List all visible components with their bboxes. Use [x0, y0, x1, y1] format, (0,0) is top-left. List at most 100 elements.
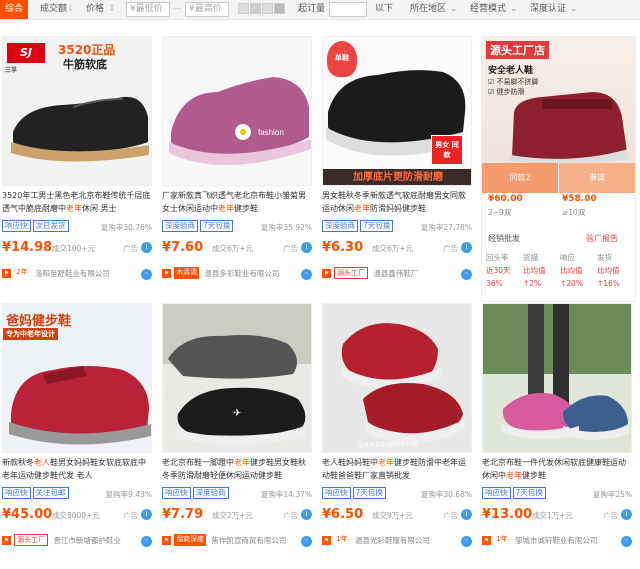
repurchase-rate: 复购率30.76%	[100, 223, 152, 232]
product-price: ¥14.98	[2, 240, 53, 255]
business-mode-dropdown[interactable]: 经营模式	[470, 0, 506, 19]
seller-name[interactable]: 温县鑫伟鞋厂	[373, 268, 418, 279]
filter-grid-icon[interactable]	[238, 3, 249, 14]
product-price: ¥13.00	[482, 507, 533, 522]
product-image[interactable]: SJ 三孚 3520正品 牛筋软底	[2, 36, 152, 186]
seller-name[interactable]: 晋江市新塘都护鞋业	[53, 535, 121, 546]
seller-years-badge: 2年	[16, 268, 28, 276]
chat-icon[interactable]: ◦	[141, 536, 152, 547]
seller-row[interactable]: ⚑ 溜商深度 焦作凯宣商贸有限公司 ◦	[162, 534, 312, 550]
chat-icon[interactable]: ◦	[301, 269, 312, 280]
factory-report-link[interactable]: 验厂报告	[586, 233, 618, 244]
seller-row[interactable]: ⚑ 源头工厂 晋江市新塘都护鞋业 ◦	[2, 534, 152, 550]
seller-badge: 木清清	[174, 267, 200, 279]
store-stats: 回头率 货描 响应 发货 近30天 比均值 比均值 比均值 36% ↑2% ↑20% ↑16%	[486, 253, 620, 288]
chevron-down-icon: ⌄	[510, 4, 518, 14]
ad-info-icon[interactable]: i	[301, 242, 312, 253]
sort-volume-button[interactable]: 成交额	[40, 0, 67, 19]
service-tag: 响应快	[322, 487, 351, 499]
seller-stamp-icon: ⚑	[322, 268, 331, 278]
seller-name[interactable]: 邹城市诚轩鞋业有限公司	[515, 535, 598, 546]
chat-icon[interactable]: ◦	[141, 269, 152, 280]
seller-name[interactable]: 洛阳至舒鞋业有限公司	[35, 268, 110, 279]
min-order-input[interactable]	[329, 2, 367, 17]
sort-volume-arrow-icon: ↓	[67, 4, 75, 14]
service-tag: 次日发货	[32, 220, 69, 232]
product-card[interactable]: fashion 厂家新款真飞织透气老北京布鞋小雏菊男女士休闲运动中老年健步鞋 深…	[162, 36, 312, 302]
seller-row[interactable]: ⚑ 源头工厂 温县鑫伟鞋厂 ◦	[322, 267, 472, 283]
sort-price-button[interactable]: 价格	[86, 0, 104, 19]
chat-icon[interactable]: ◦	[301, 536, 312, 547]
seller-stamp-icon: ⚑	[162, 268, 171, 278]
seller-years-badge: 1年	[336, 535, 348, 543]
service-tag: 深度验商	[192, 487, 229, 499]
ad-info-icon[interactable]: i	[461, 242, 472, 253]
region-dropdown[interactable]: 所在地区	[410, 0, 446, 19]
product-image[interactable]: 爸妈健步鞋 专为中老年设计	[2, 303, 152, 453]
image-watermark: 温县光彩鞋服有限公司	[357, 442, 418, 449]
service-tag: 深度验商	[322, 220, 358, 232]
service-tag: 响应快	[162, 487, 191, 499]
seller-row[interactable]: ⚑ 1年 温县光彩鞋服有限公司 ◦	[322, 534, 472, 550]
chat-icon[interactable]: ◦	[461, 536, 472, 547]
ad-info-icon[interactable]: i	[461, 509, 472, 520]
repurchase-rate: 复购率14.37%	[260, 490, 312, 499]
seller-name[interactable]: 温县光彩鞋服有限公司	[355, 535, 430, 546]
product-title[interactable]: 新款秋冬老人鞋男女妈妈鞋女软底软底中老年运动健步鞋代发 老人	[2, 456, 152, 482]
product-image[interactable]: ✈	[162, 303, 312, 453]
product-title[interactable]: 3520年工男士黑色老北京布鞋传统千层底透气中脆底耐磨中老年休闲 男士	[2, 189, 152, 215]
price-min-input[interactable]: ¥最低价	[126, 2, 170, 17]
product-card[interactable]: 爸妈健步鞋 专为中老年设计 新款秋冬老人鞋男女妈妈鞋女软底软底中老年运动健步鞋代…	[2, 303, 152, 569]
product-title[interactable]: 老北京布鞋一件代发休闲软底健康鞋运动休闲中老年健步鞋	[482, 456, 632, 482]
product-image[interactable]: 温县光彩鞋服有限公司	[322, 303, 472, 453]
seller-badge: 源头工厂	[334, 267, 369, 279]
product-card[interactable]: 温县光彩鞋服有限公司 老人鞋妈妈鞋中老年健步鞋防滑中老年运动鞋爸爸鞋厂家直销批发…	[322, 303, 472, 569]
seller-name[interactable]: 温县多彩鞋业有限公司	[204, 268, 279, 279]
depth-cert-dropdown[interactable]: 深度认证	[530, 0, 566, 19]
same-style-tab[interactable]: 同款2	[482, 163, 558, 193]
product-card[interactable]: 老北京布鞋一件代发休闲软底健康鞋运动休闲中老年健步鞋 响应快 7天包换 复购率25…	[482, 303, 632, 569]
filter-toolbar: 综合 成交额 ↓ 价格 ⇕ ¥最低价 — ¥最高价 起订量 以下 所在地区 ⌄ …	[0, 0, 640, 20]
service-tag: 深度验商	[162, 220, 198, 232]
chevron-down-icon: ⌄	[570, 4, 578, 14]
ad-info-icon[interactable]: i	[621, 509, 632, 520]
product-card[interactable]: 单鞋 男女 同款 加厚底片更防滑耐磨 男女鞋秋冬季新款透气软底耐磨男女同款运动休…	[322, 36, 472, 302]
repurchase-rate: 复购率9.43%	[105, 490, 152, 499]
chat-icon[interactable]: ◦	[461, 269, 472, 280]
product-image[interactable]	[482, 303, 632, 453]
unisex-badge: 男女 同款	[431, 135, 463, 165]
tier-price: ¥58.00	[562, 194, 597, 204]
product-image[interactable]: 单鞋 男女 同款 加厚底片更防滑耐磨	[322, 36, 472, 186]
ad-info-icon[interactable]: i	[301, 509, 312, 520]
ad-info-icon[interactable]: i	[141, 509, 152, 520]
ad-label: 广告	[123, 244, 138, 253]
filter-grid-icon[interactable]	[262, 3, 273, 14]
product-card[interactable]: SJ 三孚 3520正品 牛筋软底 3520年工男士黑色老北京布鞋传统千层底透气…	[2, 36, 152, 302]
filter-grid-icon[interactable]	[250, 3, 261, 14]
store-ad-image[interactable]: 源头工厂店 安全老人鞋 ☑ 不易脚不挤脚 ☑ 健步防滑	[482, 37, 635, 163]
product-image[interactable]: fashion	[162, 36, 312, 186]
ad-info-icon[interactable]: i	[141, 242, 152, 253]
service-tag: 7天包换	[352, 487, 386, 499]
store-ad-card[interactable]: 源头工厂店 安全老人鞋 ☑ 不易脚不挤脚 ☑ 健步防滑 同款2 参谋 ¥60.0…	[481, 36, 636, 302]
shoe-illustration	[11, 96, 149, 162]
price-max-input[interactable]: ¥最高价	[185, 2, 229, 17]
sort-general-button[interactable]: 综合	[0, 0, 28, 19]
product-title[interactable]: 男女鞋秋冬季新款透气软底耐磨男女同款运动休闲老年防滑妈妈健步鞋	[322, 189, 472, 215]
advisor-tab[interactable]: 参谋	[559, 163, 635, 193]
seller-row[interactable]: ⚑ 2年 洛阳至舒鞋业有限公司 ◦	[2, 267, 152, 283]
product-card[interactable]: ✈ 老北京布鞋一脚蹬中老年健步鞋男女鞋秋冬季防滑耐磨轻便休闲运动健步鞋 响应快深…	[162, 303, 312, 569]
ad-label: 广告	[283, 511, 298, 520]
filter-grid-icon[interactable]	[274, 3, 285, 14]
product-title[interactable]: 老北京布鞋一脚蹬中老年健步鞋男女鞋秋冬季防滑耐磨轻便休闲运动健步鞋	[162, 456, 312, 482]
seller-row[interactable]: ⚑ 1年 邹城市诚轩鞋业有限公司 ◦	[482, 534, 632, 550]
product-title[interactable]: 老人鞋妈妈鞋中老年健步鞋防滑中老年运动鞋爸爸鞋厂家直销批发	[322, 456, 472, 482]
repurchase-rate: 复购率27.78%	[420, 223, 472, 232]
boot-illustration	[510, 92, 628, 163]
ad-label: 广告	[123, 511, 138, 520]
product-title[interactable]: 厂家新款真飞织透气老北京布鞋小雏菊男女士休闲运动中老年健步鞋	[162, 189, 312, 215]
seller-row[interactable]: ⚑ 木清清 温县多彩鞋业有限公司 ◦	[162, 267, 312, 283]
seller-name[interactable]: 焦作凯宣商贸有限公司	[211, 535, 286, 546]
seller-badge: 溜商深度	[174, 534, 207, 546]
chat-icon[interactable]: ◦	[621, 536, 632, 547]
